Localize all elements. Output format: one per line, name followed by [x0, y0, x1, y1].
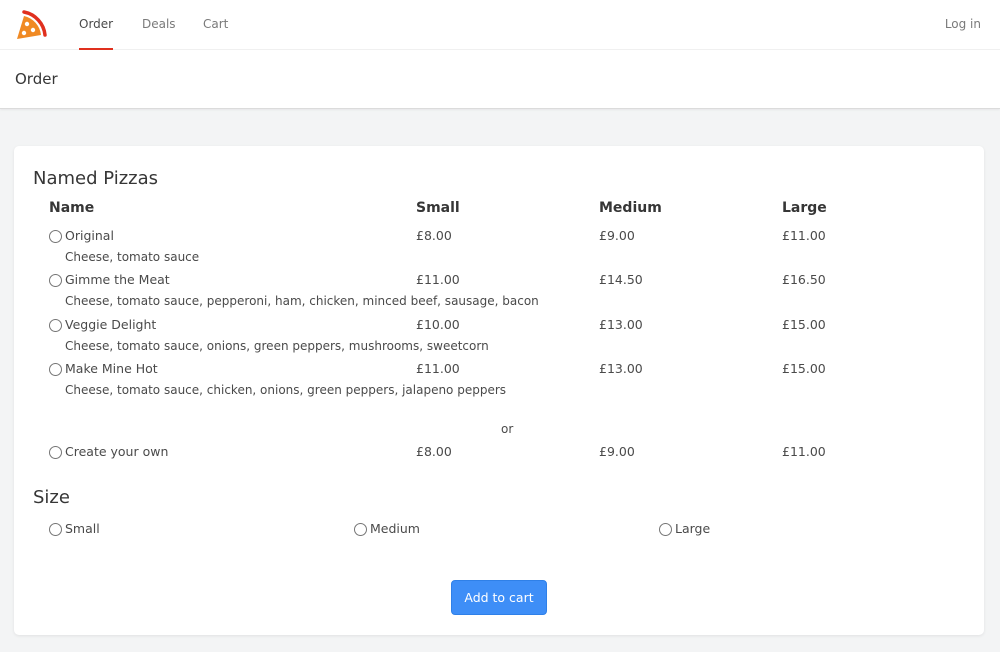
tab-order[interactable]: Order	[79, 0, 113, 50]
page-header: Order	[0, 50, 1000, 109]
price-create-your-own-small: £8.00	[416, 444, 452, 459]
toppings-gimme-the-meat: Cheese, tomato sauce, pepperoni, ham, ch…	[65, 294, 539, 308]
toppings-veggie-delight: Cheese, tomato sauce, onions, green pepp…	[65, 339, 489, 353]
login-link[interactable]: Log in	[945, 0, 981, 50]
column-header-small: Small	[416, 200, 460, 216]
price-original-large: £11.00	[782, 228, 826, 243]
tab-deals[interactable]: Deals	[142, 0, 176, 50]
toppings-make-mine-hot: Cheese, tomato sauce, chicken, onions, g…	[65, 383, 507, 397]
pizza-radio-original[interactable]	[49, 230, 62, 243]
size-heading: Size	[33, 487, 70, 508]
pizza-radio-gimme-the-meat[interactable]	[49, 274, 62, 287]
price-create-your-own-medium: £9.00	[599, 444, 635, 459]
tab-cart[interactable]: Cart	[203, 0, 228, 50]
price-original-medium: £9.00	[599, 228, 635, 243]
price-gimme-the-meat-small: £11.00	[416, 272, 460, 287]
pizza-name-veggie-delight[interactable]: Veggie Delight	[65, 317, 156, 332]
size-label-large[interactable]: Large	[675, 521, 710, 536]
column-header-large: Large	[782, 200, 827, 216]
pizza-slice-icon[interactable]	[14, 8, 48, 42]
pizza-name-gimme-the-meat[interactable]: Gimme the Meat	[65, 272, 170, 287]
price-make-mine-hot-small: £11.00	[416, 361, 460, 376]
pizza-name-original[interactable]: Original	[65, 228, 114, 243]
price-make-mine-hot-medium: £13.00	[599, 361, 643, 376]
size-label-medium[interactable]: Medium	[370, 521, 420, 536]
pizza-radio-create-your-own[interactable]	[49, 446, 62, 459]
pizza-radio-make-mine-hot[interactable]	[49, 363, 62, 376]
pizza-name-make-mine-hot[interactable]: Make Mine Hot	[65, 361, 158, 376]
top-navbar: Order Deals Cart Log in	[0, 0, 1000, 50]
price-veggie-delight-small: £10.00	[416, 317, 460, 332]
size-label-small[interactable]: Small	[65, 521, 100, 536]
price-original-small: £8.00	[416, 228, 452, 243]
order-card: Named Pizzas Name Small Medium Large Ori…	[14, 146, 984, 635]
column-header-name: Name	[49, 200, 95, 216]
column-header-medium: Medium	[599, 200, 662, 216]
size-radio-large[interactable]	[659, 523, 672, 536]
size-radio-medium[interactable]	[354, 523, 367, 536]
price-create-your-own-large: £11.00	[782, 444, 826, 459]
add-to-cart-button[interactable]: Add to cart	[451, 580, 547, 615]
price-make-mine-hot-large: £15.00	[782, 361, 826, 376]
named-pizzas-heading: Named Pizzas	[33, 168, 159, 189]
page-title: Order	[15, 70, 58, 88]
price-veggie-delight-large: £15.00	[782, 317, 826, 332]
price-gimme-the-meat-medium: £14.50	[599, 272, 643, 287]
pizza-name-create-your-own[interactable]: Create your own	[65, 444, 168, 459]
size-radio-small[interactable]	[49, 523, 62, 536]
pizza-radio-veggie-delight[interactable]	[49, 319, 62, 332]
toppings-original: Cheese, tomato sauce	[65, 250, 200, 264]
price-gimme-the-meat-large: £16.50	[782, 272, 826, 287]
or-separator: or	[501, 422, 514, 436]
price-veggie-delight-medium: £13.00	[599, 317, 643, 332]
